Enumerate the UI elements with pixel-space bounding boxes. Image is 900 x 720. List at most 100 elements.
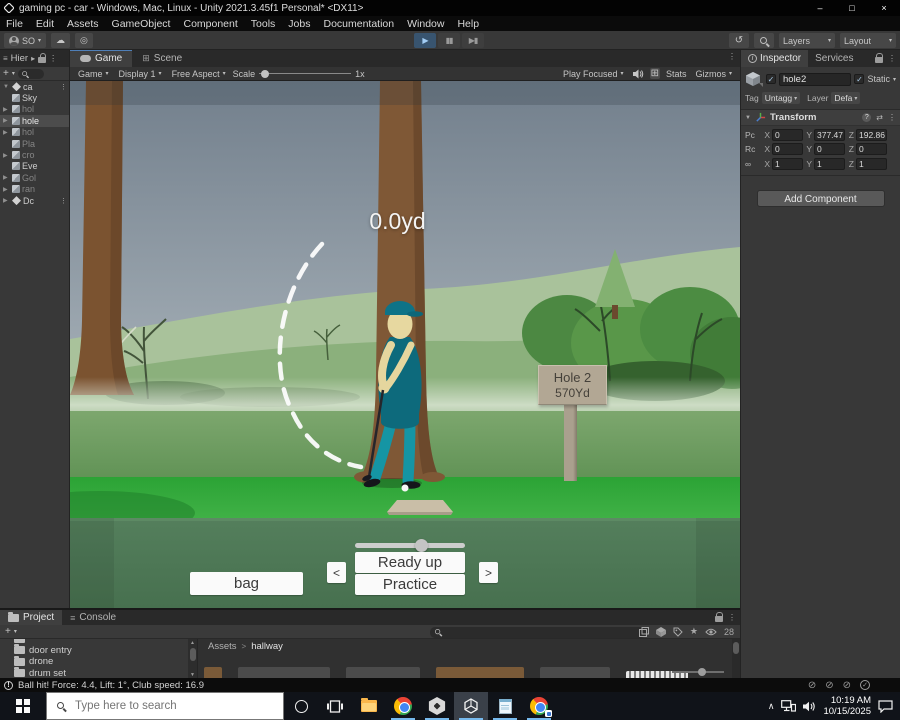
package-icon[interactable] [655, 626, 666, 637]
hierarchy-tab[interactable]: ≡ Hier ▸ ⋮ [0, 50, 69, 67]
taskbar-search[interactable] [46, 692, 284, 720]
tag-icon[interactable] [673, 627, 683, 637]
stats-toggle[interactable]: Stats [666, 69, 687, 79]
static-checkbox[interactable]: ✓ [854, 74, 865, 84]
kebab-icon[interactable]: ⋮ [728, 52, 736, 61]
hierarchy-item[interactable]: ▶ hol [0, 104, 69, 115]
folder-row[interactable]: drone [0, 655, 188, 668]
audio-mute-icon[interactable] [632, 69, 644, 79]
layer-dropdown[interactable]: Defa ▾ [831, 92, 861, 104]
tab-console[interactable]: ≡ Console [62, 610, 124, 625]
aspect-dropdown[interactable]: Free Aspect ▾ [169, 69, 229, 79]
add-component-button[interactable]: Add Component [756, 189, 885, 207]
display-dropdown[interactable]: Display 1 ▾ [116, 69, 165, 79]
hierarchy-item[interactable]: ▶ cro [0, 149, 69, 160]
collab-disabled-icon[interactable]: ⊘ [825, 680, 833, 691]
render-target-dropdown[interactable]: Game ▾ [75, 69, 112, 79]
foldout-closed-icon[interactable]: ▶ [3, 106, 10, 113]
rotation-y-field[interactable]: 0 [814, 143, 845, 155]
chevron-down-icon[interactable]: ▾ [893, 76, 896, 83]
action-center-icon[interactable] [878, 699, 893, 713]
gizmos-dropdown[interactable]: Gizmos ▾ [692, 69, 735, 79]
menu-component[interactable]: Component [183, 18, 237, 30]
tab-services[interactable]: Services [808, 50, 860, 67]
layers-dropdown[interactable]: Layers ▾ [779, 33, 835, 48]
scale-y-field[interactable]: 1 [814, 157, 845, 170]
breadcrumb-current[interactable]: hallway [251, 641, 283, 652]
breadcrumb-assets[interactable]: Assets [208, 641, 237, 652]
minimize-button[interactable]: – [804, 0, 836, 16]
foldout-closed-icon[interactable]: ▶ [3, 197, 10, 204]
folder-row[interactable]: door entry [0, 644, 188, 657]
zoom-slider-handle[interactable] [698, 668, 706, 676]
scale-z-field[interactable]: 1 [856, 157, 887, 170]
foldout-closed-icon[interactable]: ▶ [3, 129, 10, 136]
tab-inspector[interactable]: i Inspector [741, 50, 809, 67]
position-y-field[interactable]: 377.47 [814, 128, 845, 141]
tab-scene[interactable]: ⊞ Scene [132, 50, 192, 67]
menu-documentation[interactable]: Documentation [323, 18, 394, 30]
bag-button[interactable]: bag [190, 572, 303, 595]
file-explorer-button[interactable] [352, 692, 386, 720]
foldout-closed-icon[interactable]: ▶ [3, 117, 10, 124]
hierarchy-item[interactable]: Pla [0, 138, 69, 149]
close-button[interactable]: × [868, 0, 900, 16]
position-x-field[interactable]: 0 [772, 128, 803, 141]
next-arrow-button[interactable]: > [479, 562, 498, 583]
object-name-field[interactable]: hole2 [779, 72, 852, 86]
search-button[interactable] [754, 33, 774, 48]
eye-icon[interactable] [705, 628, 717, 636]
transform-header[interactable]: ▼ Transform ? ⇄ ⋮ [741, 110, 900, 126]
hierarchy-item[interactable]: Eve [0, 161, 69, 172]
prev-arrow-button[interactable]: < [327, 562, 346, 583]
power-slider[interactable] [355, 539, 465, 552]
menu-tools[interactable]: Tools [251, 18, 276, 30]
menu-assets[interactable]: Assets [67, 18, 99, 30]
taskbar-search-input[interactable] [73, 699, 253, 713]
menu-help[interactable]: Help [457, 18, 479, 30]
kebab-icon[interactable]: ⋮ [888, 54, 896, 63]
cache-disabled-icon[interactable]: ⊘ [843, 680, 851, 691]
lock-icon[interactable] [38, 53, 47, 63]
tag-dropdown[interactable]: Untagg ▾ [761, 92, 801, 104]
scroll-up-icon[interactable]: ▲ [188, 640, 197, 646]
scrollbar-thumb[interactable] [189, 648, 196, 661]
account-dropdown[interactable]: SO ▾ [4, 33, 47, 48]
unity-editor-button[interactable] [454, 692, 488, 720]
hierarchy-item[interactable]: ▶ Gol [0, 172, 69, 183]
foldout-open-icon[interactable]: ▼ [745, 115, 751, 121]
help-icon[interactable]: ? [862, 113, 872, 122]
create-button[interactable]: + [3, 68, 9, 79]
rotation-x-field[interactable]: 0 [772, 143, 803, 155]
cortana-button[interactable] [284, 692, 318, 720]
scale-x-field[interactable]: 1 [772, 157, 803, 170]
hierarchy-item[interactable]: ▶ hol [0, 127, 69, 138]
pause-button[interactable]: ▮▮ [438, 33, 460, 48]
play-button[interactable]: ▶ [414, 33, 436, 48]
undo-history-button[interactable]: ↺ [729, 33, 749, 48]
practice-button[interactable]: Practice [355, 574, 465, 595]
kebab-icon[interactable]: ⋮ [888, 113, 896, 122]
network-icon[interactable] [781, 700, 797, 712]
hierarchy-search-input[interactable] [17, 68, 44, 79]
focus-frame-icon[interactable] [638, 626, 649, 637]
kebab-icon[interactable]: ⋮ [60, 197, 69, 205]
foldout-closed-icon[interactable]: ▶ [3, 186, 10, 193]
ok-status-icon[interactable]: ✓ [860, 680, 870, 690]
log-warning-icon[interactable]: ! [4, 680, 13, 690]
ready-up-button[interactable]: Ready up [355, 552, 465, 573]
layout-dropdown[interactable]: Layout ▾ [840, 33, 896, 48]
power-slider-handle[interactable] [415, 539, 428, 552]
notepad-button[interactable] [488, 692, 522, 720]
hierarchy-scene-row[interactable]: ▶ Dc ⋮ [0, 195, 69, 206]
hierarchy-item[interactable]: ▶ ran [0, 184, 69, 195]
volume-icon[interactable] [803, 701, 816, 712]
task-view-button[interactable] [318, 692, 352, 720]
chrome-button[interactable] [386, 692, 420, 720]
menu-window[interactable]: Window [407, 18, 444, 30]
play-focused-dropdown[interactable]: Play Focused ▾ [560, 69, 627, 79]
kebab-icon[interactable]: ⋮ [60, 83, 69, 91]
folder-list-scrollbar[interactable]: ▲ ▼ [188, 639, 197, 679]
foldout-closed-icon[interactable]: ▶ [3, 174, 10, 181]
hierarchy-item-selected[interactable]: ▶ hole [0, 115, 69, 127]
